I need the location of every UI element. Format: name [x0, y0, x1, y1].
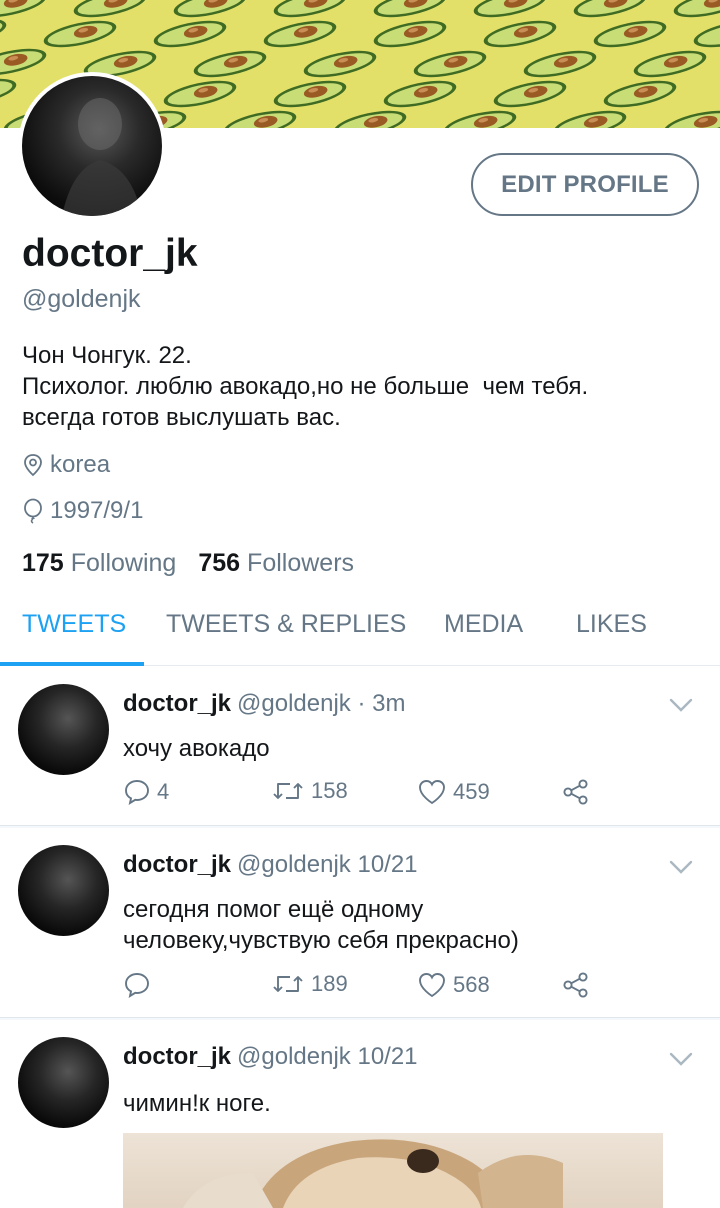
tweet-text-line: сегодня помог ещё одному: [123, 896, 424, 923]
reply-icon: [125, 780, 149, 805]
like-icon: [419, 973, 445, 998]
tab-media[interactable]: MEDIA: [444, 610, 523, 639]
followers-count: 756: [198, 549, 241, 577]
tab-likes[interactable]: LIKES: [576, 610, 647, 639]
bio-line: Чон Чонгук. 22.: [22, 342, 192, 369]
share-icon: [563, 779, 588, 805]
share-button[interactable]: [561, 778, 597, 806]
tweet-author-handle: @goldenjk: [237, 1043, 351, 1070]
like-button[interactable]: 459: [417, 778, 490, 806]
tweet-author-handle: @goldenjk: [237, 851, 351, 878]
following-label: Following: [70, 549, 177, 577]
reply-button[interactable]: 4: [123, 778, 169, 806]
tweet-text-line: хочу авокадо: [123, 735, 270, 762]
location-text: korea: [50, 451, 111, 478]
profile-location: korea: [22, 451, 110, 479]
reply-icon: [125, 973, 149, 998]
retweet-button[interactable]: 158: [271, 778, 348, 804]
following-link[interactable]: 175 Following: [22, 549, 176, 578]
share-button[interactable]: [561, 971, 597, 999]
tweet-text: чимин!к ноге.: [123, 1088, 703, 1119]
followers-link[interactable]: 756 Followers: [198, 549, 354, 578]
profile-avatar[interactable]: [18, 72, 166, 220]
following-count: 175: [22, 549, 64, 577]
tweet-author-name[interactable]: doctor_jk: [123, 851, 231, 878]
profile-display-name: doctor_jk: [22, 232, 198, 275]
edit-profile-button[interactable]: EDIT PROFILE: [471, 153, 699, 216]
tweet[interactable]: doctor_jk @goldenjk 10/21 сегодня помог е…: [0, 828, 720, 1018]
chevron-down-icon[interactable]: [668, 858, 694, 876]
location-icon: [24, 454, 42, 477]
profile-stats: 175 Following 756 Followers: [22, 549, 376, 578]
tweet-author-handle: @goldenjk: [237, 690, 351, 717]
like-button[interactable]: 568: [417, 971, 490, 999]
like-icon: [419, 780, 445, 805]
tweet-text: сегодня помог ещё одному человеку,чувств…: [123, 894, 703, 956]
tweet-actions: 4 158 459: [123, 778, 683, 810]
media-photo: [183, 1139, 563, 1208]
chevron-down-icon[interactable]: [668, 1050, 694, 1068]
tweet-actions: 189 568: [123, 971, 683, 1003]
retweet-button[interactable]: 189: [271, 971, 348, 997]
tab-tweets[interactable]: TWEETS: [22, 610, 126, 639]
tweet-author-name[interactable]: doctor_jk: [123, 690, 231, 717]
retweet-count: 189: [311, 971, 348, 996]
tab-tweets-replies[interactable]: TWEETS & REPLIES: [166, 610, 406, 639]
tweet-avatar[interactable]: [18, 684, 109, 775]
followers-label: Followers: [247, 549, 355, 577]
balloon-icon: [24, 498, 42, 524]
profile-bio: Чон Чонгук. 22. Психолог. люблю авокадо,…: [22, 340, 712, 433]
tweet-avatar[interactable]: [18, 1037, 109, 1128]
like-count: 459: [453, 779, 490, 804]
tweet-author-name[interactable]: doctor_jk: [123, 1043, 231, 1070]
profile-handle: @goldenjk: [22, 285, 141, 313]
tweet-header: doctor_jk @goldenjk 10/21: [123, 851, 418, 879]
avatar-photo: [22, 76, 162, 216]
tweet-header: doctor_jk @goldenjk · 3m: [123, 690, 405, 718]
profile-birthday: 1997/9/1: [22, 497, 143, 525]
tweet-text: хочу авокадо: [123, 733, 703, 764]
tweet-avatar[interactable]: [18, 845, 109, 936]
bio-line: Психолог. люблю авокадо,но не больше чем…: [22, 373, 589, 400]
bio-line: всегда готов выслушать вас.: [22, 404, 341, 431]
chevron-down-icon[interactable]: [668, 696, 694, 714]
tweet-header: doctor_jk @goldenjk 10/21: [123, 1043, 418, 1071]
reply-button[interactable]: [123, 971, 157, 999]
tweet-time: 10/21: [357, 1043, 418, 1070]
tweet-media-image[interactable]: [123, 1133, 663, 1208]
tweet-text-line: чимин!к ноге.: [123, 1090, 271, 1117]
birthday-text: 1997/9/1: [50, 497, 144, 524]
profile-tabs: TWEETS TWEETS & REPLIES MEDIA LIKES: [0, 596, 720, 666]
retweet-count: 158: [311, 778, 348, 803]
like-count: 568: [453, 972, 490, 997]
share-icon: [563, 972, 588, 998]
reply-count: 4: [157, 779, 170, 804]
tweet-text-line: человеку,чувствую себя прекрасно): [123, 927, 519, 954]
tweet[interactable]: doctor_jk @goldenjk · 3m хочу авокадо 4 1…: [0, 666, 720, 826]
tweet-time: 10/21: [357, 851, 418, 878]
retweet-icon: [273, 976, 303, 992]
avatar-silhouette: [62, 98, 142, 216]
tweet-time: · 3m: [357, 690, 406, 717]
retweet-icon: [273, 783, 303, 799]
